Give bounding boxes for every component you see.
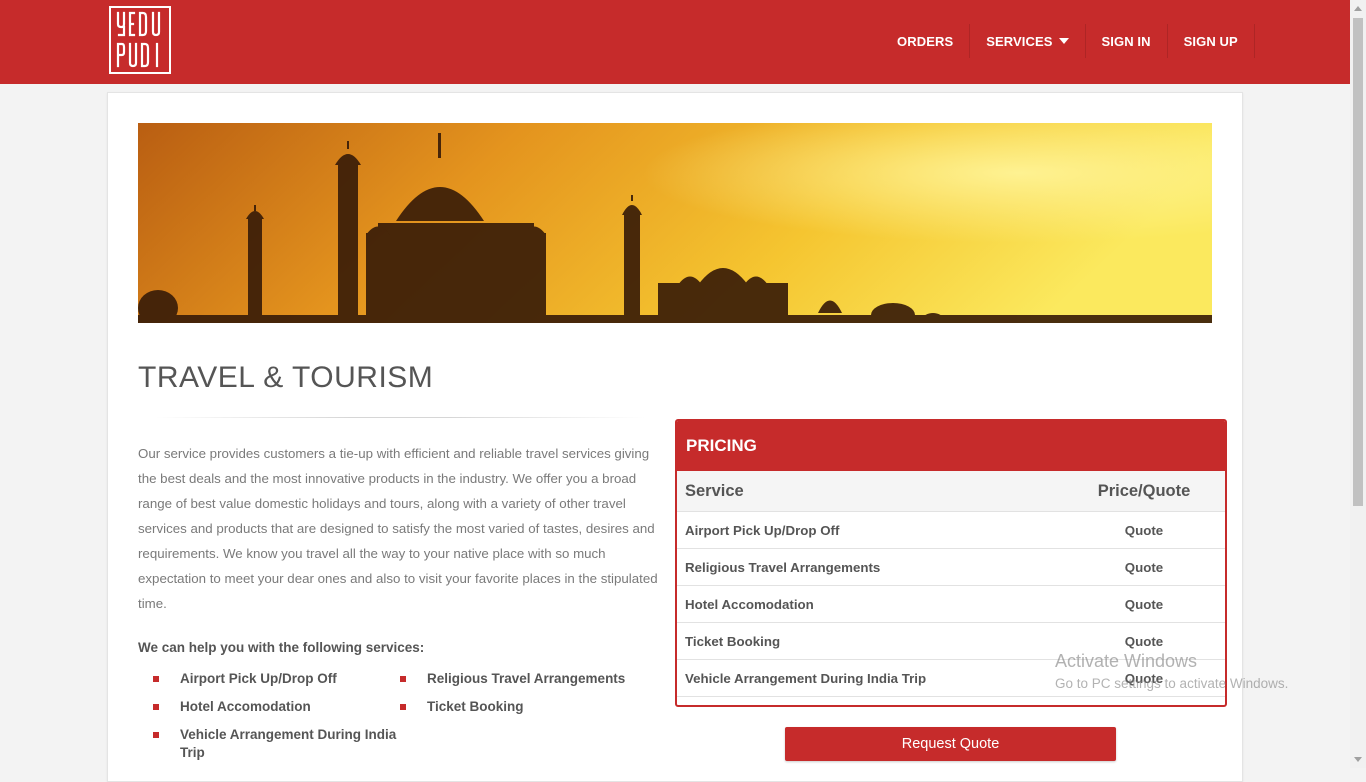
nav-sign-up-label: SIGN UP: [1183, 33, 1238, 49]
cell-price: Quote: [1064, 585, 1225, 623]
service-item-label: Airport Pick Up/Drop Off: [180, 671, 337, 686]
service-item-label: Ticket Booking: [427, 699, 524, 714]
main-nav: ORDERS SERVICES SIGN IN SIGN UP: [881, 24, 1255, 58]
cell-service: Ticket Booking: [677, 622, 1064, 660]
title-divider: [155, 417, 645, 418]
list-item: Vehicle Arrangement During India Trip: [150, 726, 397, 762]
list-item: Hotel Accomodation: [150, 698, 397, 716]
taj-mahal-banner-image: [138, 123, 1212, 323]
list-item: Religious Travel Arrangements: [397, 670, 647, 688]
cell-service: Hotel Accomodation: [677, 585, 1064, 623]
service-description: Our service provides customers a tie-up …: [138, 446, 658, 611]
square-bullet-icon: [153, 732, 159, 738]
scroll-thumb[interactable]: [1353, 18, 1363, 506]
nav-services-dropdown[interactable]: SERVICES: [970, 24, 1086, 58]
nav-orders-label: ORDERS: [897, 33, 954, 49]
square-bullet-icon: [400, 704, 406, 710]
nav-sign-up[interactable]: SIGN UP: [1168, 24, 1255, 58]
activate-windows-watermark: Activate Windows Go to PC settings to ac…: [1055, 651, 1288, 691]
table-header-row: Service Price/Quote: [677, 471, 1225, 512]
yedupudi-logo[interactable]: [109, 6, 171, 74]
table-row: Hotel Accomodation Quote: [677, 585, 1225, 623]
cell-price: Quote: [1064, 548, 1225, 586]
taj-mahal-banner: [138, 123, 1212, 323]
services-heading: We can help you with the following servi…: [138, 640, 425, 655]
cell-service: Vehicle Arrangement During India Trip: [677, 659, 1064, 697]
scroll-up-arrow-icon[interactable]: [1354, 6, 1362, 11]
cell-service: Airport Pick Up/Drop Off: [677, 511, 1064, 549]
scroll-down-arrow-icon[interactable]: [1354, 757, 1362, 762]
square-bullet-icon: [153, 676, 159, 682]
services-list: Airport Pick Up/Drop Off Religious Trave…: [150, 670, 650, 762]
service-item-label: Religious Travel Arrangements: [427, 671, 626, 686]
cell-service: Religious Travel Arrangements: [677, 548, 1064, 586]
square-bullet-icon: [153, 704, 159, 710]
caret-down-icon: [1058, 38, 1069, 44]
table-row: Airport Pick Up/Drop Off Quote: [677, 511, 1225, 549]
service-item-label: Vehicle Arrangement During India Trip: [180, 727, 397, 760]
service-item-label: Hotel Accomodation: [180, 699, 311, 714]
top-navbar: ORDERS SERVICES SIGN IN SIGN UP: [0, 0, 1350, 84]
nav-orders[interactable]: ORDERS: [881, 24, 971, 58]
request-quote-button[interactable]: Request Quote: [785, 727, 1116, 761]
watermark-title: Activate Windows: [1055, 651, 1198, 671]
nav-sign-in-label: SIGN IN: [1101, 33, 1151, 49]
cell-price: Quote: [1064, 511, 1225, 549]
page-title: TRAVEL & TOURISM: [138, 361, 434, 394]
nav-sign-in[interactable]: SIGN IN: [1086, 24, 1168, 58]
square-bullet-icon: [400, 676, 406, 682]
table-row: Religious Travel Arrangements Quote: [677, 548, 1225, 586]
logo-lettering-icon: [116, 11, 161, 68]
watermark-subtitle: Go to PC settings to activate Windows.: [1055, 676, 1289, 691]
list-item: Ticket Booking: [397, 698, 647, 716]
column-header-price: Price/Quote: [1064, 471, 1225, 512]
nav-services-label: SERVICES: [986, 33, 1053, 49]
pricing-title: PRICING: [677, 421, 1225, 471]
list-item: Airport Pick Up/Drop Off: [150, 670, 397, 688]
page-scrollbar[interactable]: [1350, 0, 1366, 768]
column-header-service: Service: [677, 471, 1064, 512]
